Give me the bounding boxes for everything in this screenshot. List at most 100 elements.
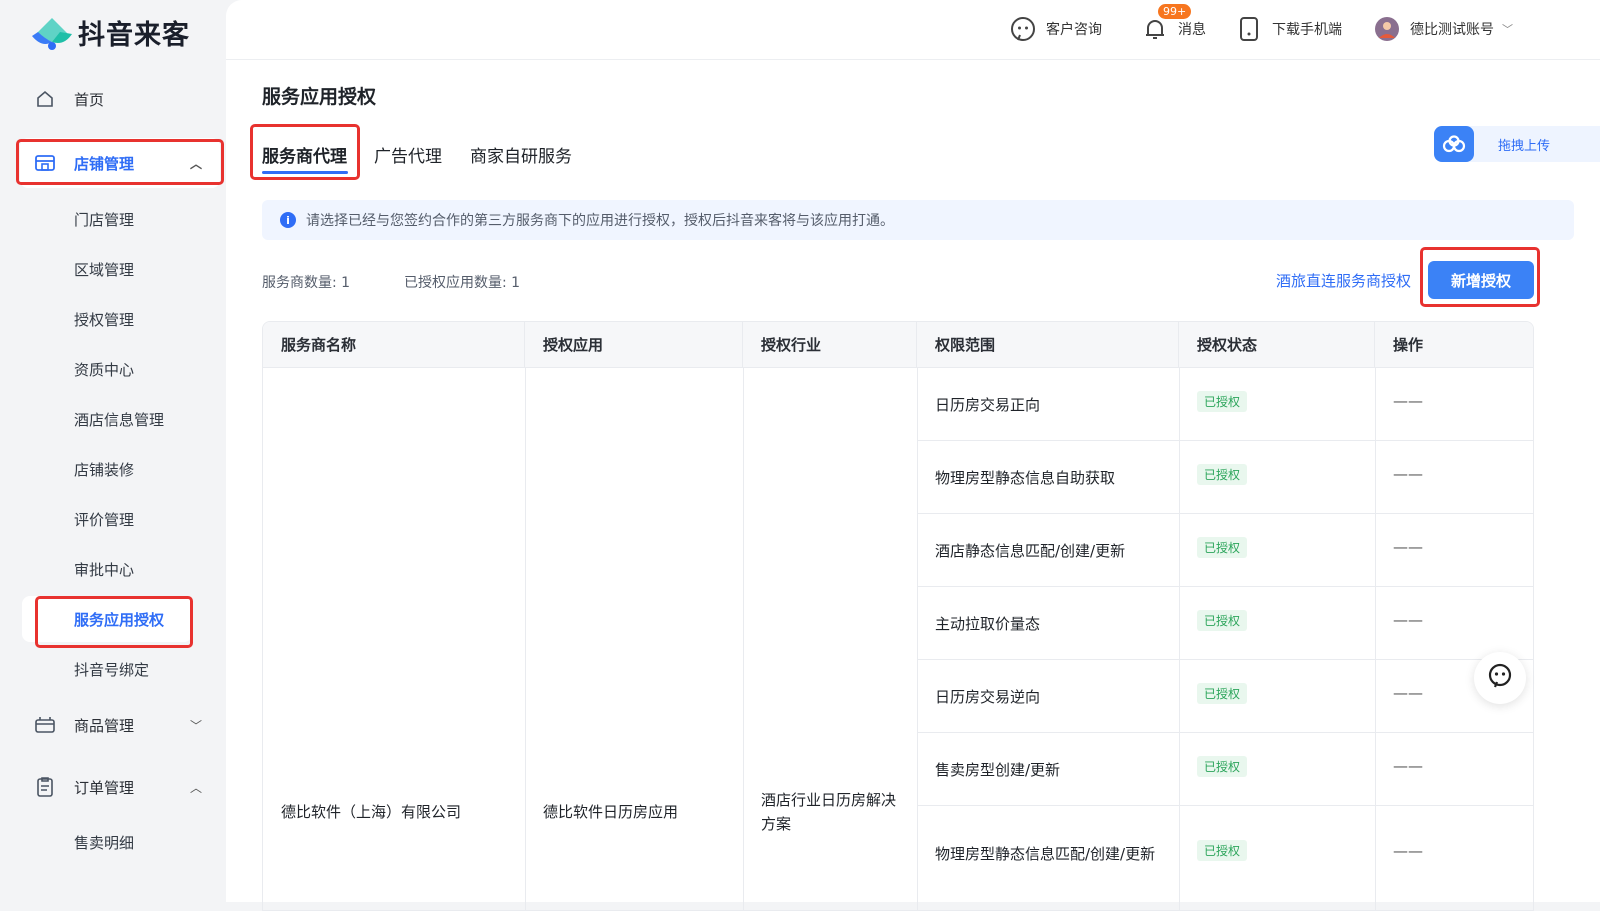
app-name-cell: 德比软件日历房应用 — [543, 803, 679, 821]
drag-upload-widget[interactable]: 拖拽上传 — [1434, 126, 1600, 162]
scope-cell: 物理房型静态信息自助获取 — [935, 468, 1116, 487]
main-content: 服务应用授权 服务商代理 广告代理 商家自研服务 拖拽上传 i 请选择已经与您签… — [226, 60, 1600, 911]
customer-service-icon — [1486, 662, 1514, 694]
status-badge: 已授权 — [1197, 391, 1248, 412]
account-name: 德比测试账号 — [1410, 22, 1494, 38]
status-badge: 已授权 — [1197, 610, 1248, 631]
scope-cell: 物理房型静态信息匹配/创建/更新 — [935, 845, 1156, 863]
douyin-laike-logo-icon — [30, 12, 74, 52]
chevron-up-icon: ︿ — [189, 156, 202, 171]
sidebar-item-authorization[interactable]: 授权管理 — [22, 296, 192, 342]
scope-cell: 日历房交易正向 — [935, 395, 1041, 414]
chevron-down-icon: ﹀ — [1502, 23, 1513, 36]
table-header: 服务商名称 授权应用 授权行业 权限范围 授权状态 操作 — [263, 322, 1533, 368]
travel-direct-auth-link[interactable]: 酒旅直连服务商授权 — [1276, 270, 1411, 291]
info-icon: i — [280, 212, 296, 228]
tab-service-provider[interactable]: 服务商代理 — [262, 142, 347, 167]
chevron-down-icon: ﹀ — [189, 718, 202, 733]
sidebar-item-douyin-binding[interactable]: 抖音号绑定 — [22, 646, 192, 692]
account-menu[interactable]: 德比测试账号 ﹀ — [1374, 14, 1513, 44]
industry-cell: 酒店行业日历房解决方案 — [761, 791, 897, 833]
status-badge: 已授权 — [1197, 537, 1248, 558]
nav-store-management-label: 店铺管理 — [74, 154, 135, 173]
download-app-link[interactable]: 下载手机端 — [1236, 14, 1342, 44]
sidebar-item-label: 门店管理 — [74, 210, 135, 229]
sidebar-item-label: 售卖明细 — [74, 833, 135, 852]
chat-face-icon — [1010, 16, 1036, 42]
sidebar-item-label: 评价管理 — [74, 510, 135, 529]
col-industry: 授权行业 — [743, 322, 917, 368]
authorization-table: 服务商名称 授权应用 授权行业 权限范围 授权状态 操作 德比软件（上海）有限公… — [262, 321, 1534, 911]
drag-upload-label: 拖拽上传 — [1498, 138, 1551, 154]
brand-name: 抖音来客 — [78, 19, 190, 51]
sidebar-item-label: 资质中心 — [74, 360, 135, 379]
action-cell: —— — [1393, 392, 1423, 410]
status-badge: 已授权 — [1197, 756, 1248, 777]
sidebar-item-label: 酒店信息管理 — [74, 410, 165, 429]
tab-active-indicator — [262, 171, 348, 174]
table-row: 售卖房型创建/更新 已授权 —— — [917, 733, 1533, 806]
brand-logo[interactable]: 抖音来客 — [30, 12, 190, 52]
info-notice: i 请选择已经与您签约合作的第三方服务商下的应用进行授权，授权后抖音来客将与该应… — [262, 200, 1574, 240]
sidebar-item-label: 审批中心 — [74, 560, 135, 579]
action-cell: —— — [1393, 684, 1423, 702]
sidebar-item-qualification[interactable]: 资质中心 — [22, 346, 192, 392]
nav-store-management[interactable]: 店铺管理 ︿ — [20, 138, 220, 188]
sidebar-item-store[interactable]: 门店管理 — [22, 196, 192, 242]
download-app-label: 下载手机端 — [1272, 22, 1342, 38]
col-status: 授权状态 — [1179, 322, 1375, 368]
provider-name-cell: 德比软件（上海）有限公司 — [281, 803, 462, 821]
sidebar-item-reviews[interactable]: 评价管理 — [22, 496, 192, 542]
sidebar-item-label: 服务应用授权 — [74, 610, 165, 629]
nav-order-management[interactable]: 订单管理 ︿ — [20, 762, 220, 812]
table-row: 主动拉取价量态 已授权 —— — [917, 587, 1533, 660]
messages-link[interactable]: 99+ 消息 — [1142, 4, 1206, 44]
sidebar-item-service-app-auth[interactable]: 服务应用授权 — [22, 596, 192, 642]
add-authorization-button[interactable]: 新增授权 — [1428, 261, 1534, 299]
scope-cell: 日历房交易逆向 — [935, 687, 1041, 706]
status-badge: 已授权 — [1197, 840, 1248, 861]
chevron-up-icon: ︿ — [189, 780, 202, 795]
info-text: 请选择已经与您签约合作的第三方服务商下的应用进行授权，授权后抖音来客将与该应用打… — [306, 213, 894, 229]
top-bar: 客户咨询 99+ 消息 下载手机端 德比测试账号 ﹀ — [226, 0, 1600, 60]
sidebar-item-label: 店铺装修 — [74, 460, 135, 479]
floating-help-button[interactable] — [1474, 652, 1526, 704]
col-actions: 操作 — [1393, 336, 1424, 354]
status-badge: 已授权 — [1197, 464, 1248, 485]
table-row: 物理房型静态信息自助获取 已授权 —— — [917, 441, 1533, 514]
sidebar-item-label: 区域管理 — [74, 260, 135, 279]
sidebar-item-hotel-info[interactable]: 酒店信息管理 — [22, 396, 192, 442]
home-icon — [34, 88, 56, 110]
sidebar-item-label: 抖音号绑定 — [74, 660, 150, 679]
action-cell: —— — [1393, 611, 1423, 629]
table-row: 日历房交易逆向 已授权 —— — [917, 660, 1533, 733]
sidebar: 抖音来客 首页 店铺管理 ︿ 门店管理 区域管理 授权管理 资质中心 酒店信息管… — [0, 0, 226, 902]
bell-icon: 99+ — [1142, 4, 1192, 42]
tab-merchant-self-developed[interactable]: 商家自研服务 — [470, 142, 572, 167]
action-cell: —— — [1393, 842, 1423, 860]
scope-cell: 售卖房型创建/更新 — [935, 760, 1061, 779]
customer-consult-link[interactable]: 客户咨询 — [1010, 14, 1102, 44]
col-authorized-app: 授权应用 — [525, 322, 743, 368]
messages-label: 消息 — [1178, 22, 1206, 38]
goods-icon — [34, 714, 56, 736]
nav-goods-management[interactable]: 商品管理 ﹀ — [20, 700, 220, 750]
nav-home[interactable]: 首页 — [20, 74, 220, 124]
table-row: 日历房交易正向 已授权 —— — [917, 368, 1533, 441]
message-count-badge: 99+ — [1158, 4, 1192, 19]
scope-cell: 主动拉取价量态 — [935, 614, 1041, 633]
cloud-upload-icon — [1434, 126, 1474, 162]
sidebar-item-approval[interactable]: 审批中心 — [22, 546, 192, 592]
sidebar-item-region[interactable]: 区域管理 — [22, 246, 192, 292]
action-cell: —— — [1393, 465, 1423, 483]
action-cell: —— — [1393, 538, 1423, 556]
tab-ad-agency[interactable]: 广告代理 — [374, 142, 442, 167]
sidebar-item-sales-detail[interactable]: 售卖明细 — [22, 819, 192, 865]
column-divider — [525, 368, 526, 910]
status-badge: 已授权 — [1197, 683, 1248, 704]
table-row: 物理房型静态信息匹配/创建/更新 已授权 —— — [917, 806, 1533, 902]
sidebar-item-decoration[interactable]: 店铺装修 — [22, 446, 192, 492]
nav-home-label: 首页 — [74, 90, 105, 109]
phone-icon — [1236, 16, 1262, 42]
provider-count: 服务商数量: 1 — [262, 275, 351, 291]
